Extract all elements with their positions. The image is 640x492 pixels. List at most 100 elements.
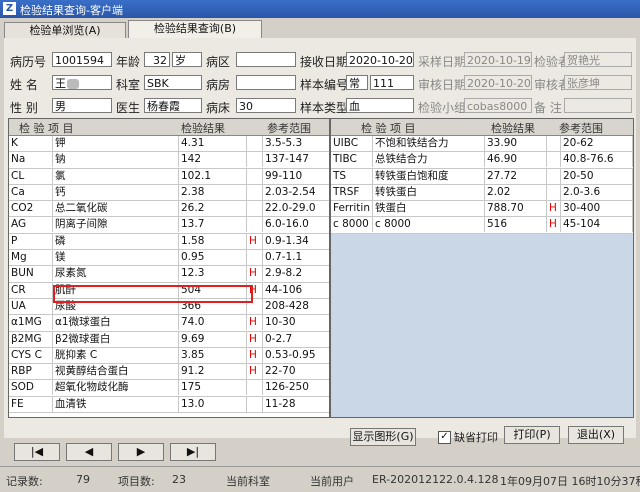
name-label: 姓 名 xyxy=(10,78,38,92)
right-header-range: 参考范围 xyxy=(559,122,603,135)
cell-range: 40.8-76.6 xyxy=(561,152,633,168)
table-row[interactable]: TIBC 总铁结合力 46.90 40.8-76.6 xyxy=(331,152,633,169)
cell-flag xyxy=(247,250,263,266)
patient-id-field[interactable]: 1001594 xyxy=(52,52,112,67)
table-row[interactable]: CL 氯 102.1 99-110 xyxy=(9,168,331,185)
receive-date-field[interactable]: 2020-10-20 xyxy=(346,52,414,67)
cell-name: 阴离子间隙 xyxy=(53,217,179,233)
cell-flag xyxy=(247,396,263,412)
remark-label: 备 注 xyxy=(534,101,562,115)
remark-field xyxy=(564,98,632,113)
default-print-checkbox[interactable]: ✓ xyxy=(438,431,451,444)
table-row[interactable]: c 8000 c 8000 516 H 45-104 xyxy=(331,217,633,234)
cell-range: 137-147 xyxy=(263,152,331,168)
cell-code: c 8000 xyxy=(331,217,373,233)
left-header-range: 参考范围 xyxy=(267,122,311,135)
cell-range: 11-28 xyxy=(263,396,331,412)
print-button[interactable]: 打印(P) xyxy=(504,426,560,444)
table-row[interactable]: BUN 尿素氮 12.3 H 2.9-8.2 xyxy=(9,266,331,283)
reviewer-field: 张彦坤 xyxy=(564,75,632,90)
cell-range: 0.53-0.95 xyxy=(263,347,331,363)
exit-button[interactable]: 退出(X) xyxy=(568,426,624,444)
cell-flag: H xyxy=(547,201,561,217)
table-row[interactable]: Mg 镁 0.95 0.7-1.1 xyxy=(9,250,331,267)
table-row[interactable]: Na 钠 142 137-147 xyxy=(9,152,331,169)
table-row[interactable]: FE 血清铁 13.0 11-28 xyxy=(9,396,331,414)
table-row[interactable]: TS 转铁蛋白饱和度 27.72 20-50 xyxy=(331,168,633,185)
table-row[interactable]: RBP 视黄醇结合蛋白 91.2 H 22-70 xyxy=(9,364,331,381)
next-record-button[interactable]: ▶ xyxy=(118,443,164,461)
cell-code: CO2 xyxy=(9,201,53,217)
table-row[interactable]: AG 阴离子间隙 13.7 6.0-16.0 xyxy=(9,217,331,234)
table-row[interactable]: UIBC 不饱和铁结合力 33.90 20-62 xyxy=(331,136,633,153)
first-record-button[interactable]: |◀ xyxy=(14,443,60,461)
cell-result: 74.0 xyxy=(179,315,247,331)
right-header-result: 检验结果 xyxy=(491,122,535,135)
cell-name: 超氧化物歧化酶 xyxy=(53,380,179,396)
right-header-item: 检 验 项 目 xyxy=(361,122,416,135)
room-label: 病房 xyxy=(206,78,231,92)
cell-range: 22.0-29.0 xyxy=(263,201,331,217)
cell-code: FE xyxy=(9,396,53,412)
gender-field[interactable]: 男 xyxy=(52,98,112,113)
collect-date-label: 采样日期 xyxy=(418,55,467,69)
main-panel: 病历号 1001594 年龄 32 岁 病区 接收日期 2020-10-20 采… xyxy=(4,38,636,461)
table-row[interactable]: P 磷 1.58 H 0.9-1.34 xyxy=(9,233,331,251)
last-record-button[interactable]: ▶| xyxy=(170,443,216,461)
cell-flag xyxy=(547,184,561,200)
cell-name: 氯 xyxy=(53,168,179,184)
table-row[interactable]: TRSF 转铁蛋白 2.02 2.0-3.6 xyxy=(331,184,633,202)
sample-prefix-field[interactable]: 常 xyxy=(346,75,368,90)
table-row[interactable]: Ca 钙 2.38 2.03-2.54 xyxy=(9,184,331,202)
cell-name: α1微球蛋白 xyxy=(53,315,179,331)
cell-range: 0.9-1.34 xyxy=(263,233,331,249)
age-unit-field[interactable]: 岁 xyxy=(172,52,202,67)
cell-result: 2.02 xyxy=(485,184,547,200)
show-graph-button[interactable]: 显示图形(G) xyxy=(350,428,416,446)
age-field[interactable]: 32 xyxy=(144,52,170,67)
cell-code: RBP xyxy=(9,364,53,380)
left-result-grid[interactable]: 检 验 项 目 检验结果 参考范围 K 钾 4.31 3.5-5.3 Na 钠 142 137… xyxy=(8,118,331,418)
cell-name: 镁 xyxy=(53,250,179,266)
cell-range: 45-104 xyxy=(561,217,633,233)
cell-result: 27.72 xyxy=(485,168,547,184)
cell-result: 26.2 xyxy=(179,201,247,217)
sample-type-field[interactable]: 血 xyxy=(346,98,414,113)
table-row[interactable]: CYS C 胱抑素 C 3.85 H 0.53-0.95 xyxy=(9,347,331,365)
cell-flag: H xyxy=(247,266,263,282)
prev-record-button[interactable]: ◀ xyxy=(66,443,112,461)
cell-range: 44-106 xyxy=(263,282,331,298)
cell-result: 12.3 xyxy=(179,266,247,282)
table-row[interactable]: Ferritin 铁蛋白 788.70 H 30-400 xyxy=(331,201,633,218)
right-result-grid[interactable]: 检 验 项 目 检验结果 参考范围 UIBC 不饱和铁结合力 33.90 20-62 T… xyxy=(330,118,634,418)
cell-range: 99-110 xyxy=(263,168,331,184)
room-field[interactable] xyxy=(236,75,296,90)
tab-result-query[interactable]: 检验结果查询(B) xyxy=(128,20,262,39)
table-row[interactable]: CO2 总二氧化碳 26.2 22.0-29.0 xyxy=(9,201,331,218)
tab-bar: 检验单浏览(A) 检验结果查询(B) xyxy=(0,20,640,39)
left-header-result: 检验结果 xyxy=(181,122,225,135)
bed-field[interactable]: 30 xyxy=(236,98,296,113)
name-field[interactable]: 王 xyxy=(52,75,112,90)
dept-field[interactable]: SBK xyxy=(144,75,202,90)
cell-range: 2.03-2.54 xyxy=(263,184,331,200)
item-count-label: 项目数: xyxy=(118,475,155,488)
table-row[interactable]: SOD 超氧化物歧化酶 175 126-250 xyxy=(9,380,331,397)
cell-range: 3.5-5.3 xyxy=(263,136,331,151)
cell-result: 142 xyxy=(179,152,247,168)
table-row[interactable]: β2MG β2微球蛋白 9.69 H 0-2.7 xyxy=(9,331,331,348)
table-row[interactable]: α1MG α1微球蛋白 74.0 H 10-30 xyxy=(9,315,331,332)
cell-result: 102.1 xyxy=(179,168,247,184)
doctor-field[interactable]: 杨春霞 xyxy=(144,98,202,113)
cell-code: CYS C xyxy=(9,347,53,363)
cell-name: 铁蛋白 xyxy=(373,201,485,217)
cell-code: TS xyxy=(331,168,373,184)
cell-result: 0.95 xyxy=(179,250,247,266)
sample-no-field[interactable]: 111 xyxy=(370,75,414,90)
tab-sample-browse[interactable]: 检验单浏览(A) xyxy=(4,22,126,39)
table-row[interactable]: K 钾 4.31 3.5-5.3 xyxy=(9,136,331,153)
age-label: 年龄 xyxy=(116,55,141,69)
ward-field[interactable] xyxy=(236,52,296,67)
cell-range: 2.9-8.2 xyxy=(263,266,331,282)
cell-name: 总二氧化碳 xyxy=(53,201,179,217)
